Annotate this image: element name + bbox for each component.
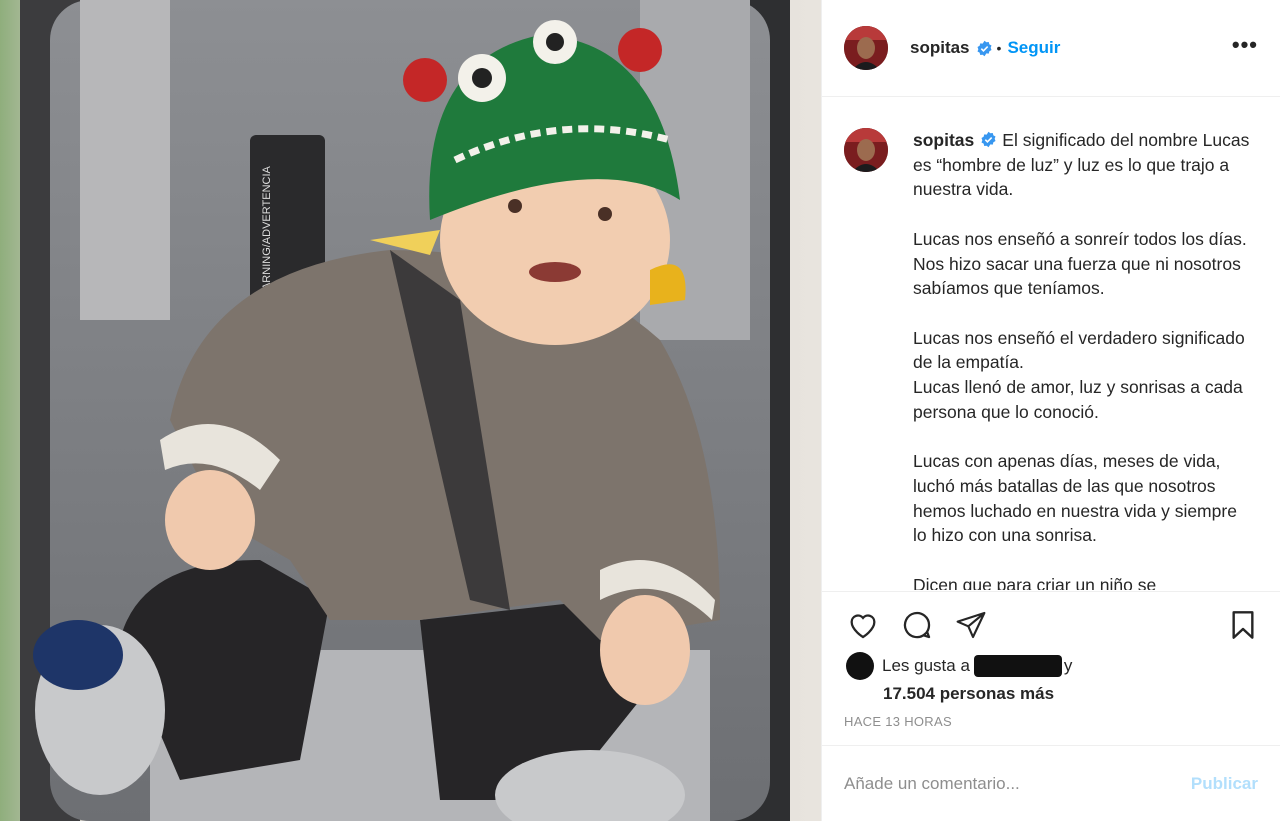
author-username[interactable]: sopitas xyxy=(910,38,970,58)
caption-paragraph-3: Lucas nos enseñó el verdadero significad… xyxy=(913,327,1245,422)
publish-button[interactable]: Publicar xyxy=(1191,774,1258,794)
post-photo[interactable]: WARNING/ADVERTENCIA xyxy=(0,0,821,821)
heart-icon[interactable] xyxy=(844,606,882,644)
avatar-image xyxy=(844,128,888,172)
post-side-panel: sopitas • Seguir ••• sopitas El significa… xyxy=(821,0,1280,821)
verified-badge-icon xyxy=(981,131,996,148)
likes-prefix: Les gusta a xyxy=(882,656,970,675)
comment-input[interactable] xyxy=(844,773,1191,794)
caption-author-avatar[interactable] xyxy=(844,128,888,172)
bookmark-icon[interactable] xyxy=(1224,606,1262,644)
caption-area: sopitas El significado del nombre Lucas e… xyxy=(822,98,1280,590)
caption-paragraph: sopitas El significado del nombre Lucas e… xyxy=(913,128,1253,202)
redacted-username xyxy=(973,655,1062,677)
caption-paragraph-2: Lucas nos enseñó a sonreír todos los día… xyxy=(913,228,1247,299)
post-header: sopitas • Seguir ••• xyxy=(822,0,1280,97)
verified-badge-icon xyxy=(977,40,992,56)
follow-button[interactable]: Seguir xyxy=(1007,38,1060,58)
author-avatar[interactable] xyxy=(844,26,888,70)
likes-summary: Les gusta a y 17.504 personas más xyxy=(846,652,1072,704)
caption-paragraph-5: Dicen que para criar un niño se xyxy=(913,574,1157,590)
comment-icon[interactable] xyxy=(898,606,936,644)
comment-bar: Publicar xyxy=(822,745,1280,821)
svg-text:WARNING/ADVERTENCIA: WARNING/ADVERTENCIA xyxy=(261,165,273,300)
action-icons xyxy=(844,606,1262,646)
post-actions: Les gusta a y 17.504 personas más HACE 1… xyxy=(822,591,1280,745)
paper-plane-icon[interactable] xyxy=(952,606,990,644)
caption-text: sopitas El significado del nombre Lucas e… xyxy=(913,128,1253,590)
post-timestamp[interactable]: HACE 13 HORAS xyxy=(844,714,952,729)
liker-avatar[interactable] xyxy=(846,652,874,680)
baby-in-stroller-image: WARNING/ADVERTENCIA xyxy=(0,0,821,821)
likes-count[interactable]: 17.504 personas más xyxy=(883,684,1072,704)
caption-paragraph-4: Lucas con apenas días, meses de vida, lu… xyxy=(913,451,1237,546)
avatar-image xyxy=(844,26,888,70)
likes-suffix: y xyxy=(1063,656,1073,675)
caption-username[interactable]: sopitas xyxy=(913,130,974,150)
more-options-icon[interactable]: ••• xyxy=(1232,34,1258,56)
separator-dot: • xyxy=(996,40,1002,56)
